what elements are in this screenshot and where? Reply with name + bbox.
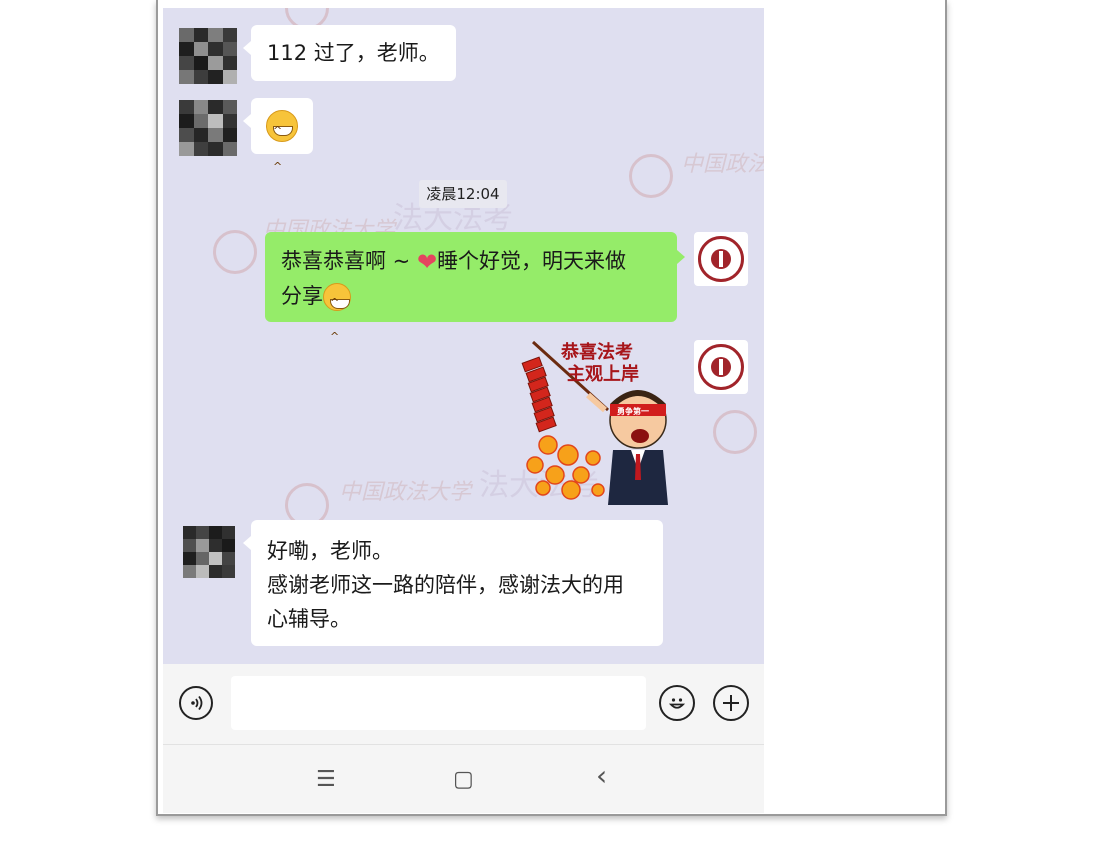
chat-window: 中国政法大学 法大法考 中国政法大学 中国政法大学 法大法考 112 过了，老师…	[163, 8, 764, 813]
university-logo-icon	[698, 236, 744, 282]
self-avatar[interactable]	[694, 340, 748, 394]
contact-avatar[interactable]	[179, 100, 237, 156]
message-text: 感谢老师这一路的陪伴，感谢法大的用	[267, 573, 624, 597]
menu-button[interactable]: ☰	[316, 767, 336, 792]
sticker-headband-text: 勇争第一	[617, 407, 649, 416]
message-bubble-incoming[interactable]: 112 过了，老师。	[243, 25, 456, 81]
grinning-face-emoji	[266, 110, 298, 185]
message-timestamp: 凌晨12:04	[419, 180, 507, 208]
message-bubble-outgoing[interactable]: 恭喜恭喜啊 ~ ❤睡个好觉，明天来做 分享	[265, 232, 685, 354]
sticker-caption-line: 主观上岸	[567, 364, 639, 385]
heart-emoji: ❤	[416, 248, 438, 276]
message-bubble-incoming[interactable]	[243, 98, 313, 185]
back-button[interactable]: ‹	[596, 759, 607, 792]
sticker-caption: 恭喜法考 主观上岸	[561, 342, 639, 386]
message-input[interactable]	[231, 676, 646, 730]
congratulations-sticker[interactable]: 恭喜法考 主观上岸 勇争第一	[513, 340, 683, 510]
message-text: 心辅导。	[267, 607, 351, 631]
plus-icon[interactable]	[713, 685, 749, 721]
contact-avatar[interactable]	[179, 28, 237, 84]
message-bubble-incoming[interactable]: 好嘞，老师。 感谢老师这一路的陪伴，感谢法大的用 心辅导。	[243, 520, 663, 646]
message-text: 分享	[281, 284, 323, 308]
self-avatar[interactable]	[694, 232, 748, 286]
contact-avatar[interactable]	[183, 526, 235, 578]
message-text: 好嘞，老师。	[267, 539, 393, 563]
system-navigation-bar: ☰ ▢ ‹	[163, 744, 764, 813]
sticker-caption-line: 恭喜法考	[561, 342, 633, 363]
chat-message-list[interactable]: 中国政法大学 法大法考 中国政法大学 中国政法大学 法大法考 112 过了，老师…	[163, 8, 764, 664]
emoji-icon[interactable]	[659, 685, 695, 721]
message-text: 112 过了，老师。	[267, 41, 440, 65]
university-logo-icon	[698, 344, 744, 390]
home-button[interactable]: ▢	[453, 767, 474, 792]
message-text: 恭喜恭喜啊 ~	[281, 249, 417, 273]
message-text: 睡个好觉，明天来做	[437, 249, 627, 273]
grinning-face-emoji	[323, 283, 351, 354]
message-input-bar	[163, 664, 764, 744]
voice-icon[interactable]	[179, 686, 213, 720]
